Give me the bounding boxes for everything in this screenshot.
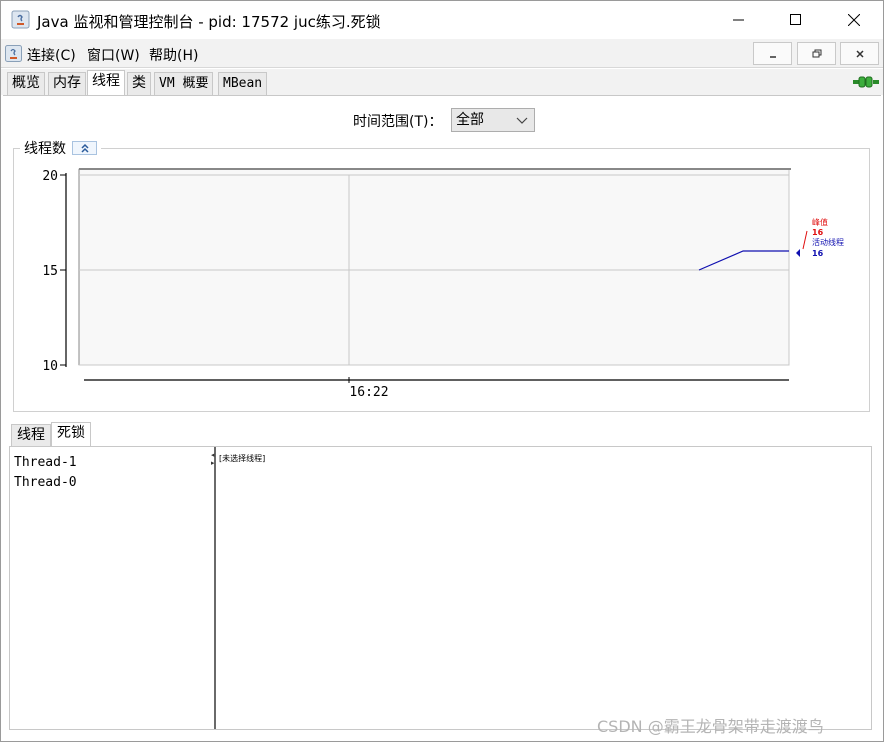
tab-classes[interactable]: 类 — [127, 72, 151, 95]
minimize-icon — [769, 55, 776, 58]
watermark: CSDN @霸王龙骨架带走渡渡鸟 — [597, 717, 824, 736]
subtab-deadlock[interactable]: 死锁 — [51, 422, 91, 447]
time-range-select[interactable]: 全部 — [451, 108, 535, 132]
inner-close-button[interactable] — [840, 42, 879, 65]
y-tick-label: 10 — [42, 359, 58, 374]
legend-live-label: 活动线程 — [812, 237, 844, 247]
x-tick-label: 16:22 — [349, 385, 388, 400]
chevron-down-icon — [516, 117, 528, 124]
window-title: Java 监视和管理控制台 - pid: 17572 juc练习.死锁 — [37, 13, 381, 31]
restore-icon — [812, 49, 821, 57]
java-app-icon — [11, 10, 30, 29]
collapse-button[interactable] — [72, 141, 97, 155]
time-range-label: 时间范围(T)： — [353, 114, 443, 130]
divider-arrows-icon[interactable]: ◂ ▸ — [211, 451, 215, 467]
legend-peak-label: 峰值 — [812, 217, 828, 227]
list-item[interactable]: Thread-0 — [14, 475, 77, 490]
inner-restore-button[interactable] — [797, 42, 836, 65]
deadlock-split-pane: Thread-1 Thread-0 ◂ ▸ [未选择线程] — [9, 446, 872, 730]
main-tab-bar: 概览 内存 线程 类 VM 概要 MBean — [1, 69, 883, 95]
tab-vm-summary[interactable]: VM 概要 — [154, 72, 214, 95]
chart-panel-title-text: 线程数 — [24, 141, 66, 157]
connection-status-icon — [853, 76, 879, 88]
menu-bar: 连接(C) 窗口(W) 帮助(H) — [1, 39, 883, 68]
minimize-icon — [733, 19, 744, 21]
time-range-value: 全部 — [456, 112, 484, 128]
thread-count-chart: 20151016:22峰值16活动线程16 — [42, 168, 844, 400]
inner-minimize-button[interactable] — [753, 42, 792, 65]
y-tick-label: 15 — [42, 264, 58, 279]
maximize-button[interactable] — [767, 1, 825, 39]
minimize-button[interactable] — [710, 1, 768, 39]
maximize-icon — [790, 14, 801, 25]
threads-content: 时间范围(T)： 全部 20 15 10 16:22 峰值 16 活动线程 16 线程数 线程… — [3, 95, 881, 739]
double-chevron-up-icon — [80, 143, 89, 153]
legend-peak-value: 16 — [812, 228, 824, 237]
plot-area — [78, 168, 790, 366]
legend-live-value: 16 — [812, 249, 824, 258]
tab-memory[interactable]: 内存 — [48, 72, 86, 95]
thread-count-panel: 20 15 10 16:22 峰值 16 活动线程 16 线程数 — [13, 138, 870, 412]
legend-peak-marker — [802, 230, 808, 250]
list-item[interactable]: Thread-1 — [14, 455, 77, 470]
chart-panel-title: 线程数 — [20, 138, 101, 158]
close-icon — [848, 14, 860, 26]
tab-mbean[interactable]: MBean — [218, 72, 268, 95]
thread-detail-placeholder: [未选择线程] — [219, 454, 266, 463]
java-menu-icon[interactable] — [5, 45, 22, 62]
split-divider[interactable] — [214, 447, 216, 729]
close-button[interactable] — [825, 1, 883, 39]
close-icon — [855, 49, 864, 58]
legend-live-marker — [796, 249, 800, 257]
app-window: Java 监视和管理控制台 - pid: 17572 juc练习.死锁 连接(C… — [0, 0, 884, 742]
menu-connection[interactable]: 连接(C) — [27, 45, 76, 65]
title-bar: Java 监视和管理控制台 - pid: 17572 juc练习.死锁 — [1, 1, 883, 39]
tab-overview[interactable]: 概览 — [7, 72, 45, 95]
menu-window[interactable]: 窗口(W) — [87, 45, 140, 65]
y-tick-label: 20 — [42, 169, 58, 184]
subtab-threads[interactable]: 线程 — [11, 424, 51, 446]
thread-list[interactable]: Thread-1 Thread-0 — [10, 447, 213, 729]
tab-threads[interactable]: 线程 — [87, 70, 125, 95]
menu-help[interactable]: 帮助(H) — [149, 45, 198, 65]
